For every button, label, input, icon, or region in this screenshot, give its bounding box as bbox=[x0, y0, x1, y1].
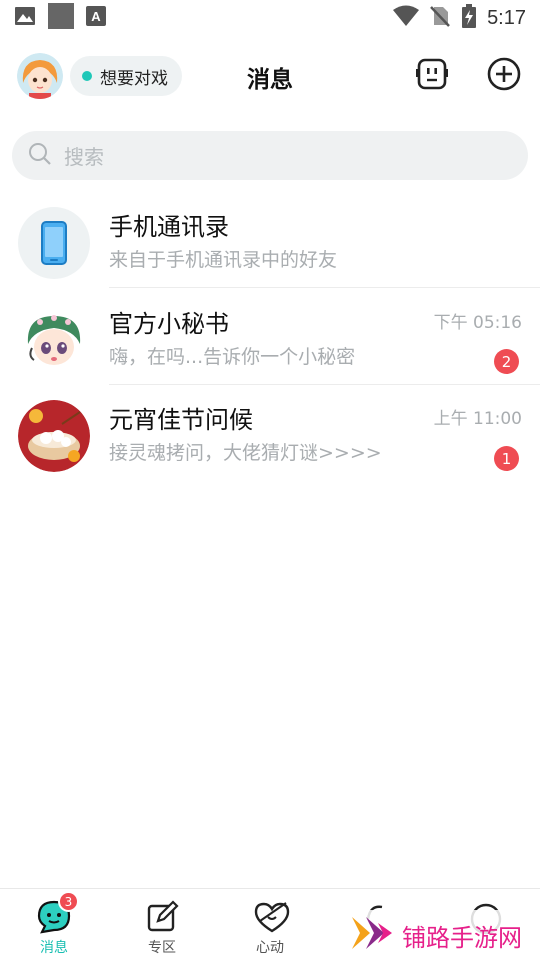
mood-status-button[interactable]: 想要对戏 bbox=[70, 56, 182, 96]
svg-text:A: A bbox=[91, 9, 101, 24]
tab-messages[interactable]: 3 消息 bbox=[0, 889, 108, 960]
online-dot bbox=[82, 71, 92, 81]
unread-badge: 1 bbox=[494, 446, 519, 471]
message-bubble-icon: 3 bbox=[36, 891, 79, 935]
status-bar-right: 5:17 bbox=[393, 4, 526, 32]
site-watermark: 铺路手游网 bbox=[350, 910, 540, 960]
conversation-title: 元宵佳节问候 bbox=[109, 406, 253, 434]
tab-zone[interactable]: 专区 bbox=[108, 889, 216, 960]
festival-dumplings-avatar bbox=[18, 400, 90, 472]
my-avatar[interactable] bbox=[17, 53, 63, 99]
list-item-contacts[interactable]: 手机通讯录 来自于手机通讯录中的好友 bbox=[0, 191, 540, 287]
watermark-logo-icon bbox=[350, 913, 396, 957]
nav-label: 专区 bbox=[148, 940, 176, 956]
add-circle-icon bbox=[487, 57, 521, 95]
search-placeholder: 搜索 bbox=[64, 145, 104, 169]
wifi-icon bbox=[393, 5, 420, 31]
edit-square-icon bbox=[144, 899, 180, 935]
battery-charging-icon bbox=[461, 4, 477, 32]
header: 想要对戏 消息 bbox=[0, 46, 540, 106]
nav-label: 心动 bbox=[256, 940, 284, 956]
search-input[interactable]: 搜索 bbox=[12, 131, 528, 180]
tab-heartbeat[interactable]: 心动 bbox=[216, 889, 324, 960]
heart-arrow-icon bbox=[252, 899, 290, 935]
list-item-festival[interactable]: 元宵佳节问候 接灵魂拷问，大佬猜灯谜>>>> 上午 11:00 1 bbox=[0, 384, 540, 480]
square-icon bbox=[48, 3, 74, 33]
conversation-time: 下午 05:16 bbox=[433, 313, 522, 333]
robot-face-icon bbox=[416, 57, 448, 95]
status-bar: A 5:17 bbox=[0, 0, 540, 36]
watermark-text: 铺路手游网 bbox=[402, 923, 522, 952]
clock: 5:17 bbox=[487, 6, 526, 29]
conversation-title: 官方小秘书 bbox=[109, 310, 229, 338]
image-icon bbox=[14, 5, 36, 31]
nav-label: 消息 bbox=[40, 940, 68, 956]
girl-avatar bbox=[18, 304, 90, 376]
conversation-time: 上午 11:00 bbox=[433, 409, 522, 429]
conversation-preview: 嗨，在吗...告诉你一个小秘密 bbox=[109, 346, 356, 368]
conversation-title: 手机通讯录 bbox=[109, 213, 229, 241]
search-icon bbox=[28, 142, 52, 170]
status-bar-left: A bbox=[14, 3, 106, 33]
conversation-preview: 接灵魂拷问，大佬猜灯谜>>>> bbox=[109, 442, 382, 464]
no-sim-icon bbox=[429, 5, 451, 31]
nav-unread-badge: 3 bbox=[58, 891, 79, 912]
unread-badge: 2 bbox=[494, 349, 519, 374]
list-item-secretary[interactable]: 官方小秘书 嗨，在吗...告诉你一个小秘密 下午 05:16 2 bbox=[0, 288, 540, 384]
add-button[interactable] bbox=[486, 57, 522, 95]
robot-face-button[interactable] bbox=[414, 58, 450, 94]
conversation-preview: 来自于手机通讯录中的好友 bbox=[109, 249, 338, 271]
mood-status-label: 想要对戏 bbox=[100, 68, 168, 89]
contacts-avatar bbox=[18, 207, 90, 279]
font-app-icon: A bbox=[86, 6, 106, 30]
